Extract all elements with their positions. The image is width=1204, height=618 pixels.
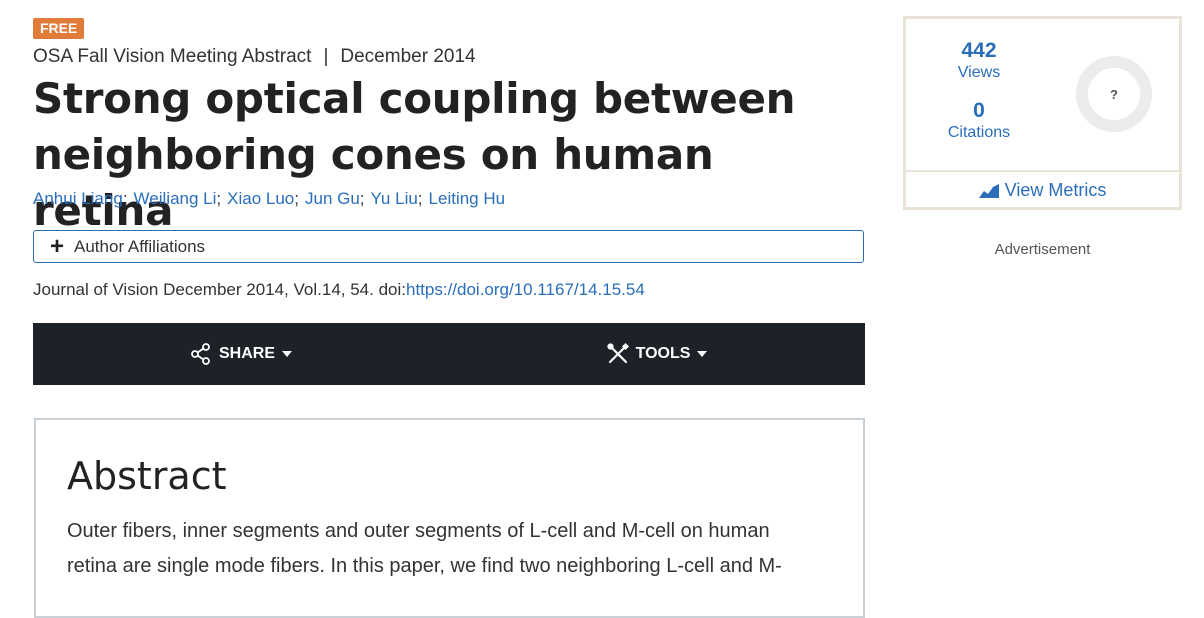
altmetric-donut[interactable]: ?: [1076, 56, 1152, 132]
share-icon: [191, 343, 210, 365]
share-button[interactable]: SHARE: [33, 323, 449, 385]
advertisement-label: Advertisement: [994, 241, 1091, 258]
abstract-heading: Abstract: [67, 454, 227, 498]
citation-line: Journal of Vision December 2014, Vol.14,…: [33, 280, 645, 300]
author-list: Anhui Liang; Weiliang Li; Xiao Luo; Jun Gu;…: [33, 189, 506, 208]
author-link[interactable]: Xiao Luo: [227, 189, 294, 208]
caret-down-icon: [697, 351, 708, 357]
chart-icon: [978, 183, 999, 198]
free-badge: FREE: [33, 18, 85, 39]
abstract-line: Outer fibers, inner segments and outer s…: [67, 520, 770, 542]
metrics-panel: 442 Views 0 Citations ? View Metrics: [903, 16, 1182, 210]
article-date: December 2014: [340, 46, 476, 67]
author-link[interactable]: Yu Liu: [371, 189, 418, 208]
abstract-line: retina are single mode fibers. In this p…: [67, 555, 782, 577]
author-affiliations-label: Author Affiliations: [74, 236, 206, 256]
article-toolbar: SHARE TOOLS: [33, 323, 865, 385]
metrics-divider: [906, 170, 1179, 172]
author-link[interactable]: Anhui Liang: [33, 189, 123, 208]
tools-icon: [606, 342, 629, 364]
meta-separator: |: [323, 46, 329, 67]
abstract-section: Abstract Outer fibers, inner segments an…: [34, 418, 865, 618]
citations-count: 0: [973, 99, 985, 122]
article-type: OSA Fall Vision Meeting Abstract: [33, 46, 312, 67]
author-link[interactable]: Jun Gu: [305, 189, 360, 208]
citations-metric: 0 Citations: [906, 99, 1052, 142]
views-metric: 442 Views: [906, 39, 1052, 82]
views-count: 442: [961, 39, 997, 62]
citations-label: Citations: [947, 124, 1011, 141]
citation-text: Journal of Vision December 2014, Vol.14,…: [33, 280, 406, 299]
author-link[interactable]: Leiting Hu: [429, 189, 506, 208]
views-label: Views: [957, 64, 1001, 81]
author-link[interactable]: Weiliang Li: [134, 189, 217, 208]
view-metrics-label: View Metrics: [1004, 180, 1107, 200]
caret-down-icon: [282, 351, 292, 357]
page-title: Strong optical coupling between neighbor…: [33, 74, 796, 235]
share-label: SHARE: [218, 345, 275, 362]
plus-icon: +: [50, 232, 65, 260]
abstract-body: Outer fibers, inner segments and outer s…: [67, 514, 807, 584]
author-affiliations-button[interactable]: + Author Affiliations: [33, 230, 864, 263]
tools-label: TOOLS: [635, 345, 691, 362]
doi-link[interactable]: https://doi.org/10.1167/14.15.54: [406, 280, 645, 299]
article-meta: OSA Fall Vision Meeting Abstract | Decembe…: [33, 46, 476, 68]
tools-button[interactable]: TOOLS: [449, 323, 865, 385]
view-metrics-link[interactable]: View Metrics: [906, 180, 1179, 201]
